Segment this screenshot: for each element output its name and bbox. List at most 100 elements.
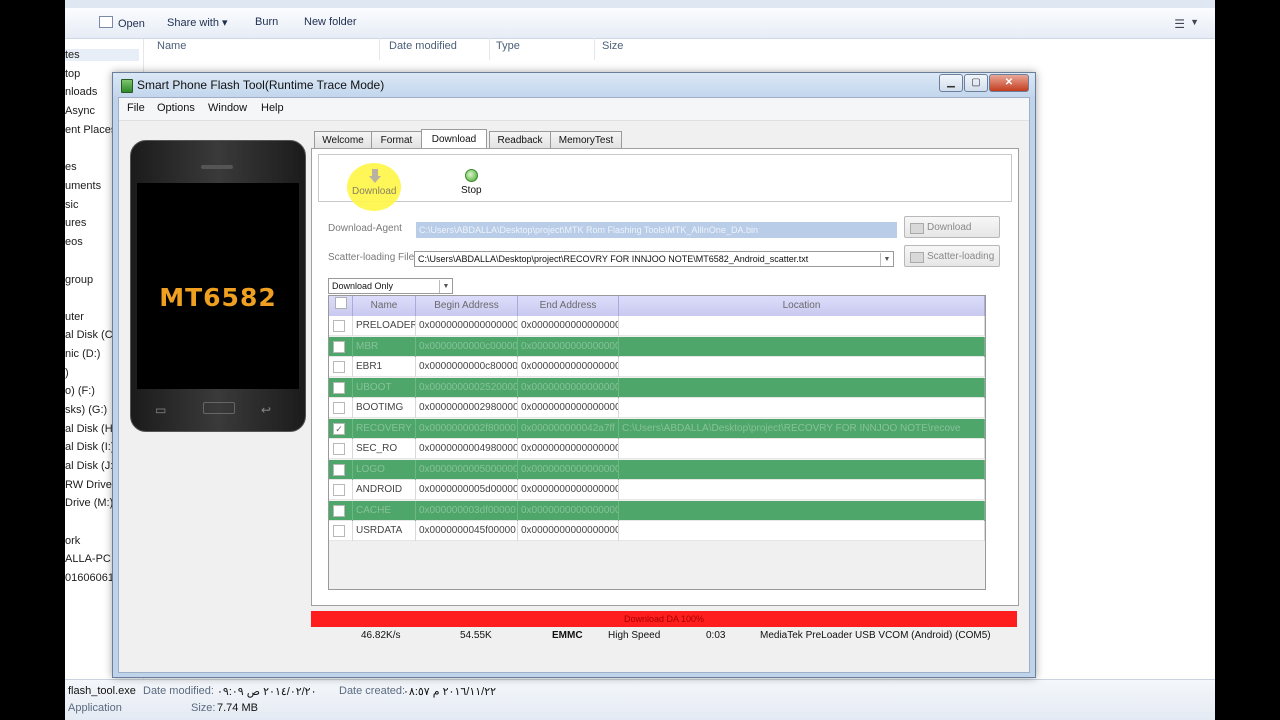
- app-icon: [121, 79, 133, 93]
- burn-button[interactable]: Burn: [255, 16, 278, 28]
- chevron-down-icon[interactable]: ▼: [880, 253, 893, 266]
- nav-item[interactable]: uter: [65, 311, 84, 323]
- column-size[interactable]: Size: [602, 40, 623, 52]
- nav-item[interactable]: ures: [65, 217, 86, 229]
- nav-item[interactable]: Drive (M:): [65, 497, 113, 509]
- close-button[interactable]: ✕: [989, 74, 1029, 92]
- nav-item[interactable]: o) (F:): [65, 385, 95, 397]
- title-bar[interactable]: Smart Phone Flash Tool(Runtime Trace Mod…: [113, 73, 1035, 97]
- cell-name: MBR: [353, 336, 416, 357]
- cell-location: [619, 398, 985, 418]
- scatter-loading-button[interactable]: Scatter-loading: [904, 245, 1000, 267]
- nav-item[interactable]: tes: [65, 49, 139, 61]
- cell-end: 0x0000000000000000: [518, 459, 619, 480]
- row-checkbox[interactable]: [333, 402, 345, 414]
- row-checkbox[interactable]: [333, 504, 345, 517]
- flash-tool-window: Smart Phone Flash Tool(Runtime Trace Mod…: [112, 72, 1036, 678]
- nav-item[interactable]: ork: [65, 535, 80, 547]
- nav-item[interactable]: Async: [65, 105, 95, 117]
- download-agent-button[interactable]: Download Agent: [904, 216, 1000, 255]
- tab-download[interactable]: Download: [421, 129, 487, 150]
- row-checkbox[interactable]: [333, 340, 345, 353]
- menu-help[interactable]: Help: [261, 102, 284, 114]
- row-checkbox[interactable]: [333, 381, 345, 394]
- menu-options[interactable]: Options: [157, 102, 195, 114]
- chevron-down-icon[interactable]: ▼: [439, 280, 452, 293]
- scatter-file-combo[interactable]: C:\Users\ABDALLA\Desktop\project\RECOVRY…: [414, 251, 894, 267]
- tab-readback[interactable]: Readback: [489, 131, 551, 149]
- table-row[interactable]: PRELOADER 0x0000000000000000 0x00000000000…: [329, 316, 985, 336]
- table-row[interactable]: ✓ RECOVERY 0x0000000002f80000 0x00000000004…: [329, 418, 985, 439]
- view-options-icon[interactable]: ☰: [1174, 17, 1185, 31]
- table-row[interactable]: CACHE 0x000000003df00000 0x000000000000000…: [329, 500, 985, 521]
- stop-button[interactable]: Stop: [461, 185, 482, 196]
- header-begin-address[interactable]: Begin Address: [416, 296, 518, 316]
- column-name[interactable]: Name: [157, 40, 186, 52]
- nav-item[interactable]: sks) (G:): [65, 404, 107, 416]
- nav-item[interactable]: ALLA-PC: [65, 553, 111, 565]
- table-row[interactable]: MBR 0x0000000000c00000 0x0000000000000000: [329, 336, 985, 357]
- table-row[interactable]: LOGO 0x0000000005000000 0x0000000000000000: [329, 459, 985, 480]
- table-row[interactable]: UBOOT 0x0000000002520000 0x000000000000000…: [329, 377, 985, 398]
- header-end-address[interactable]: End Address: [518, 296, 619, 316]
- row-checkbox[interactable]: [333, 361, 345, 373]
- cell-begin: 0x0000000000c80000: [416, 357, 518, 377]
- row-checkbox[interactable]: [333, 525, 345, 537]
- download-button[interactable]: Download: [352, 186, 396, 197]
- maximize-button[interactable]: ▢: [964, 74, 988, 92]
- header-name[interactable]: Name: [353, 296, 416, 316]
- new-folder-button[interactable]: New folder: [304, 16, 357, 28]
- stop-icon[interactable]: [465, 169, 478, 182]
- tab-welcome[interactable]: Welcome: [314, 131, 372, 149]
- nav-item[interactable]: sic: [65, 199, 78, 211]
- row-checkbox[interactable]: ✓: [333, 422, 345, 435]
- nav-item[interactable]: ): [65, 367, 69, 379]
- header-location[interactable]: Location: [619, 296, 985, 316]
- cell-name: EBR1: [353, 357, 416, 377]
- nav-item[interactable]: al Disk (J:): [65, 460, 117, 472]
- nav-item[interactable]: nloads: [65, 86, 97, 98]
- action-toolbar: Download Stop: [318, 154, 1012, 211]
- nav-item[interactable]: RW Drive: [65, 479, 112, 491]
- menu-file[interactable]: File: [127, 102, 145, 114]
- row-checkbox[interactable]: [333, 443, 345, 455]
- row-checkbox-cell: [329, 480, 353, 500]
- column-type[interactable]: Type: [496, 40, 520, 52]
- table-row[interactable]: ANDROID 0x0000000005d00000 0x0000000000000…: [329, 480, 985, 500]
- menu-window[interactable]: Window: [208, 102, 247, 114]
- share-with-button[interactable]: Share with ▾: [167, 16, 228, 29]
- download-agent-field[interactable]: C:\Users\ABDALLA\Desktop\project\MTK Rom…: [416, 222, 897, 238]
- nav-item[interactable]: al Disk (I:): [65, 441, 115, 453]
- cell-begin: 0x0000000045f00000: [416, 521, 518, 541]
- back-key-icon: ↩: [261, 403, 272, 417]
- home-key-icon: [203, 402, 235, 414]
- cell-name: SEC_RO: [353, 439, 416, 459]
- chevron-down-icon[interactable]: ▼: [1190, 17, 1199, 27]
- nav-item[interactable]: es: [65, 161, 77, 173]
- nav-item[interactable]: group: [65, 274, 93, 286]
- table-row[interactable]: SEC_RO 0x0000000004980000 0x00000000000000…: [329, 439, 985, 459]
- download-arrow-icon[interactable]: [369, 169, 381, 183]
- nav-item[interactable]: nic (D:): [65, 348, 100, 360]
- select-all-header[interactable]: [329, 296, 353, 316]
- open-button[interactable]: Open: [99, 16, 145, 30]
- download-mode-select[interactable]: Download Only ▼: [328, 278, 453, 294]
- tab-format[interactable]: Format: [371, 131, 422, 149]
- row-checkbox[interactable]: [333, 484, 345, 496]
- cell-begin: 0x0000000002520000: [416, 377, 518, 398]
- column-date-modified[interactable]: Date modified: [389, 40, 457, 52]
- cell-begin: 0x0000000002f80000: [416, 418, 518, 439]
- tab-memorytest[interactable]: MemoryTest: [550, 131, 622, 149]
- row-checkbox[interactable]: [333, 320, 345, 332]
- nav-item[interactable]: ent Places: [65, 124, 116, 136]
- row-checkbox-cell: [329, 439, 353, 459]
- table-row[interactable]: BOOTIMG 0x0000000002980000 0x0000000000000…: [329, 398, 985, 418]
- row-checkbox[interactable]: [333, 463, 345, 476]
- nav-item[interactable]: top: [65, 68, 80, 80]
- table-row[interactable]: USRDATA 0x0000000045f00000 0x0000000000000…: [329, 521, 985, 541]
- nav-item[interactable]: eos: [65, 236, 83, 248]
- table-row[interactable]: EBR1 0x0000000000c80000 0x0000000000000000: [329, 357, 985, 377]
- minimize-button[interactable]: ▁: [939, 74, 963, 92]
- nav-item[interactable]: uments: [65, 180, 101, 192]
- select-all-checkbox[interactable]: [334, 297, 347, 309]
